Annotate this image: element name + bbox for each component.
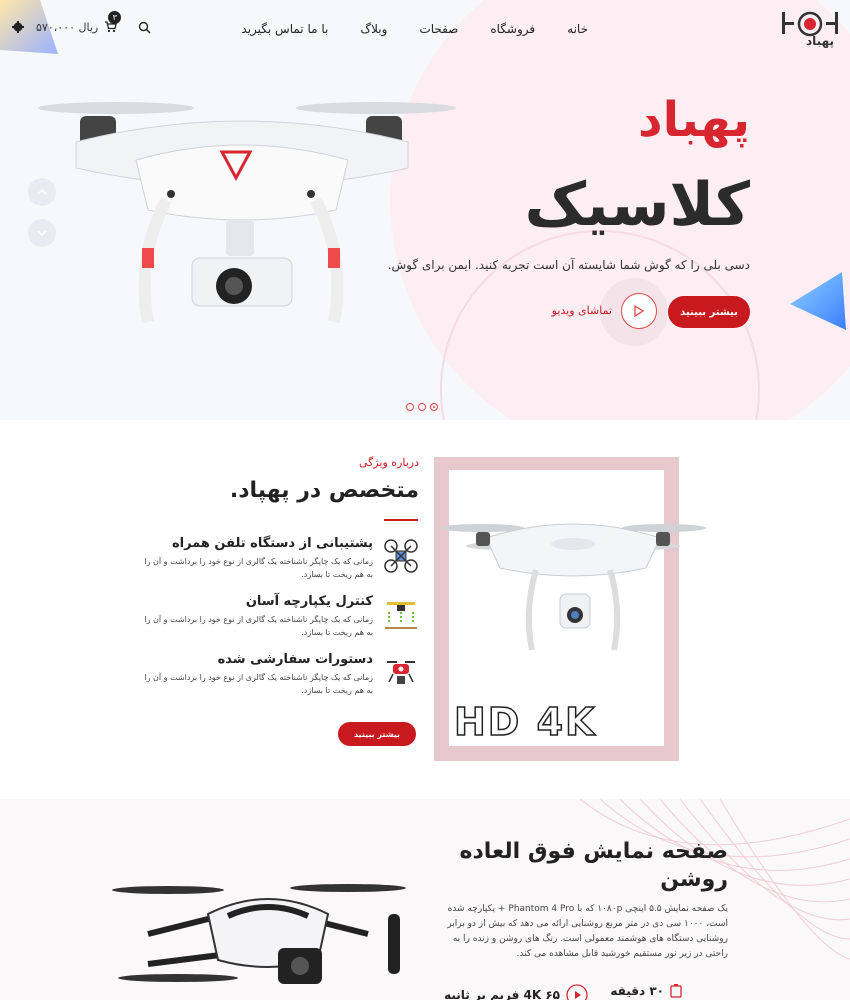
hero-title: پهباد — [638, 92, 750, 148]
nav-item-blog[interactable]: وبلاگ — [360, 22, 387, 36]
feature-item: دستورات سفارشی شده زمانی که یک چاپگر ناش… — [129, 652, 419, 697]
battery-icon — [670, 984, 682, 998]
hero-description: دسی بلی را که گوش شما شایسته آن است تجرب… — [387, 258, 750, 272]
feature-desc: زمانی که یک چاپگر ناشناخته یک گالری از ن… — [144, 615, 373, 637]
video-spec-value: 4K ۶۵ فریم بر ثانیه — [444, 988, 560, 1000]
cart-count-badge: ۳ — [108, 11, 122, 24]
slider-dot-active[interactable] — [430, 403, 438, 411]
hero-subtitle: کلاسیک — [524, 170, 750, 240]
slider-dots — [406, 403, 438, 411]
search-icon[interactable] — [138, 21, 151, 34]
slider-prev-button[interactable] — [28, 178, 56, 206]
decor-wave-lines-icon — [579, 799, 850, 960]
header-tools: ۵۷۰،۰۰۰ ریال ۳ — [12, 11, 151, 34]
hero-slider: پهباد کلاسیک دسی بلی را که گوش شما شایست… — [0, 0, 850, 420]
feature-desc: زمانی که یک چاپگر ناشناخته یک گالری از ن… — [144, 557, 373, 579]
watch-video-link[interactable]: تماشای ویدیو — [552, 304, 612, 317]
drone-command-icon — [387, 661, 415, 684]
slider-dot[interactable] — [406, 403, 414, 411]
feature-item: کنترل یکپارچه آسان زمانی که یک چاپگر ناش… — [129, 594, 419, 639]
slider-dot[interactable] — [418, 403, 426, 411]
feature-desc: زمانی که یک چاپگر ناشناخته یک گالری از ن… — [144, 673, 373, 695]
chevron-down-icon — [37, 230, 47, 236]
spray-drone-icon — [385, 602, 417, 629]
play-circle-icon — [566, 984, 588, 1000]
nav-item-home[interactable]: خانه — [567, 22, 588, 36]
feature-title: کنترل یکپارچه آسان — [245, 594, 373, 609]
nav-item-pages[interactable]: صفحات — [419, 22, 458, 36]
hd-4k-label: HD 4K — [453, 699, 597, 745]
play-icon — [634, 305, 644, 317]
screen-description: یک صفحه نمایش ۵.۵ اینچی ۱۰۸۰p که با Phan… — [447, 904, 728, 959]
about-more-button[interactable]: بیشتر ببینید — [338, 722, 416, 746]
about-title: متخصص در پهپاد. — [229, 478, 419, 503]
gear-icon[interactable] — [12, 21, 24, 33]
feature-item: پشتیبانی از دستگاه تلفن همراه زمانی که ی… — [129, 536, 419, 581]
flight-time-stat: ۳۰ دقیقه — [610, 984, 682, 998]
nav-item-shop[interactable]: فروشگاه — [490, 22, 535, 36]
foldable-drone-image — [112, 884, 406, 984]
about-small-title: درباره ویژگی — [358, 456, 419, 469]
site-header: پهباد خانه فروشگاه صفحات وبلاگ با ما تما… — [0, 0, 850, 62]
play-video-button[interactable] — [621, 293, 657, 329]
screen-title: صفحه نمایش فوق العاده روشن — [459, 839, 728, 892]
cart-button[interactable]: ۳ — [104, 11, 122, 34]
video-stat: 4K ۶۵ فریم بر ثانیه — [444, 984, 588, 1000]
chevron-up-icon — [37, 189, 47, 195]
flight-time-value: ۳۰ دقیقه — [610, 984, 664, 998]
logo-text: پهباد — [806, 34, 834, 48]
feature-title: پشتیبانی از دستگاه تلفن همراه — [171, 536, 373, 551]
nav-item-contact[interactable]: با ما تماس بگیرید — [241, 22, 328, 36]
cart-total[interactable]: ۵۷۰،۰۰۰ ریال — [36, 21, 98, 34]
hero-more-button[interactable]: بیشتر ببینید — [668, 296, 750, 328]
about-drone-image — [440, 523, 706, 651]
decor-triangle-icon — [790, 272, 846, 330]
quadcopter-icon — [384, 539, 418, 573]
feature-title: دستورات سفارشی شده — [217, 652, 373, 667]
about-divider — [384, 519, 418, 521]
slider-next-button[interactable] — [28, 219, 56, 247]
main-nav: خانه فروشگاه صفحات وبلاگ با ما تماس بگیر… — [241, 22, 588, 36]
hero-drone-image — [38, 102, 456, 324]
